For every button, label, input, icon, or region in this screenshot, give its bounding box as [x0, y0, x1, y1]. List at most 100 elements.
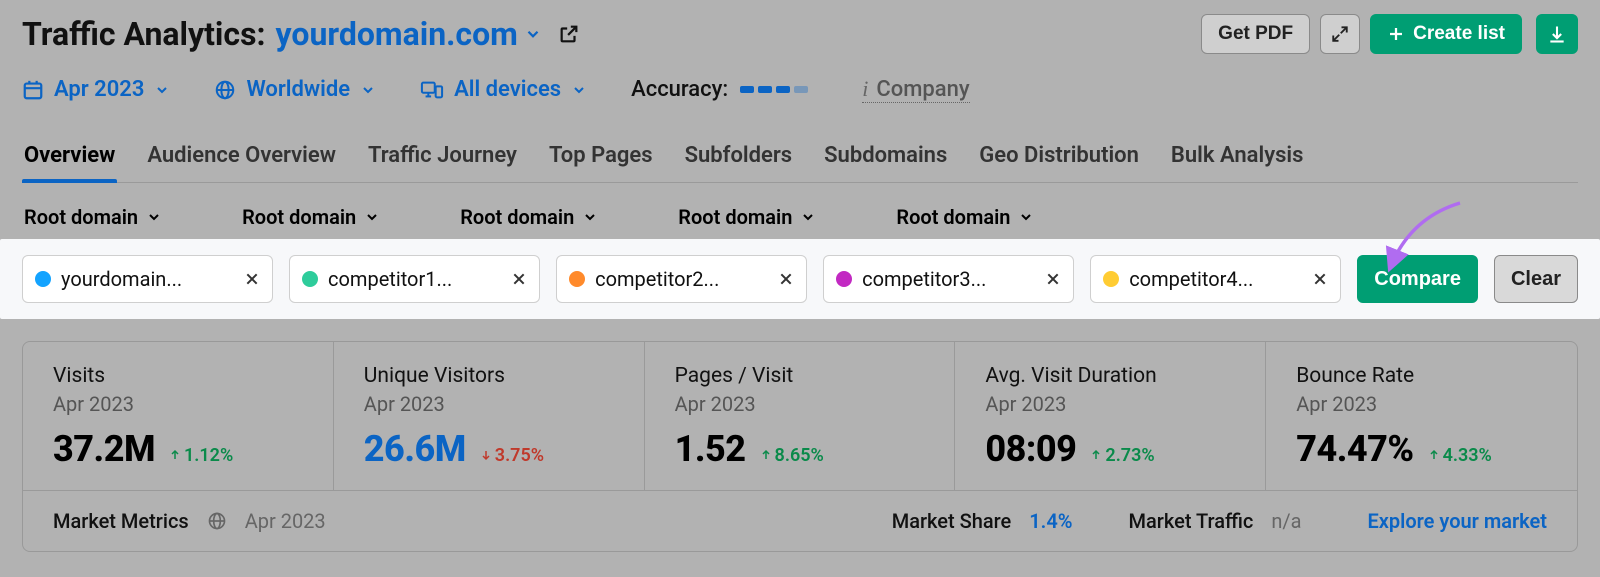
compare-strip: yourdomain... competitor1... competitor2… — [0, 239, 1600, 319]
root-domain-selector[interactable]: Root domain — [242, 205, 380, 229]
get-pdf-button[interactable]: Get PDF — [1201, 14, 1310, 54]
tab-overview[interactable]: Overview — [22, 133, 117, 182]
external-link-icon[interactable] — [558, 23, 580, 45]
devices-icon — [420, 79, 444, 101]
compare-button[interactable]: Compare — [1357, 255, 1478, 303]
chevron-down-icon — [154, 82, 170, 98]
metric-title: Avg. Visit Duration — [985, 364, 1235, 388]
metric-delta: 1.12% — [169, 445, 233, 466]
metric-period: Apr 2023 — [364, 392, 614, 416]
compare-chip[interactable]: yourdomain... — [22, 255, 273, 303]
chip-label: yourdomain... — [61, 267, 232, 291]
metric-card-pages-visit: Pages / Visit Apr 2023 1.52 8.65% — [645, 342, 956, 490]
page-title: Traffic Analytics: — [22, 15, 266, 53]
color-dot — [35, 271, 51, 287]
metric-title: Bounce Rate — [1296, 364, 1547, 388]
tab-bulk-analysis[interactable]: Bulk Analysis — [1169, 133, 1306, 182]
root-domain-selector[interactable]: Root domain — [678, 205, 816, 229]
chevron-down-icon — [364, 209, 380, 225]
tab-traffic-journey[interactable]: Traffic Journey — [366, 133, 519, 182]
compare-chip[interactable]: competitor3... — [823, 255, 1074, 303]
clear-button[interactable]: Clear — [1494, 255, 1578, 303]
metric-value[interactable]: 26.6M — [364, 428, 466, 470]
close-icon[interactable] — [776, 269, 796, 289]
chip-label: competitor3... — [862, 267, 1033, 291]
metric-period: Apr 2023 — [985, 392, 1235, 416]
metric-value: 1.52 — [675, 428, 746, 470]
accuracy-bars — [740, 86, 808, 93]
metric-delta: 2.73% — [1090, 445, 1154, 466]
tab-audience-overview[interactable]: Audience Overview — [145, 133, 338, 182]
plus-icon — [1387, 25, 1405, 43]
market-metrics-label: Market Metrics — [53, 509, 189, 533]
chevron-down-icon — [800, 209, 816, 225]
color-dot — [569, 271, 585, 287]
metric-title: Unique Visitors — [364, 364, 614, 388]
domain-name: yourdomain.com — [276, 15, 518, 53]
chevron-down-icon — [360, 82, 376, 98]
close-icon[interactable] — [509, 269, 529, 289]
download-icon — [1547, 24, 1567, 44]
color-dot — [836, 271, 852, 287]
region-filter[interactable]: Worldwide — [214, 77, 376, 102]
color-dot — [302, 271, 318, 287]
download-button[interactable] — [1536, 14, 1578, 54]
metric-card-visits: Visits Apr 2023 37.2M 1.12% — [23, 342, 334, 490]
globe-icon — [214, 79, 236, 101]
date-filter[interactable]: Apr 2023 — [22, 77, 170, 102]
tab-geo-distribution[interactable]: Geo Distribution — [977, 133, 1141, 182]
info-icon: i — [862, 76, 868, 102]
chevron-down-icon — [1018, 209, 1034, 225]
metric-card-bounce-rate: Bounce Rate Apr 2023 74.47% 4.33% — [1266, 342, 1577, 490]
chevron-down-icon — [582, 209, 598, 225]
chip-label: competitor4... — [1129, 267, 1300, 291]
explore-market-link[interactable]: Explore your market — [1368, 509, 1548, 533]
root-domain-selector[interactable]: Root domain — [896, 205, 1034, 229]
metric-period: Apr 2023 — [53, 392, 303, 416]
metric-delta: 8.65% — [760, 445, 824, 466]
metric-delta: 4.33% — [1428, 445, 1492, 466]
tab-subdomains[interactable]: Subdomains — [822, 133, 949, 182]
market-traffic-value: n/a — [1271, 509, 1301, 533]
tabs: Overview Audience Overview Traffic Journey… — [22, 133, 1578, 183]
market-metrics-row: Market Metrics Apr 2023 Market Share 1.4… — [23, 490, 1577, 551]
accuracy-indicator: Accuracy: — [631, 77, 808, 102]
market-share-label: Market Share — [892, 509, 1012, 533]
metric-period: Apr 2023 — [675, 392, 925, 416]
root-domain-selector[interactable]: Root domain — [460, 205, 598, 229]
metric-value: 74.47% — [1296, 428, 1413, 470]
compare-chip[interactable]: competitor1... — [289, 255, 540, 303]
close-icon[interactable] — [1310, 269, 1330, 289]
market-share-value[interactable]: 1.4% — [1029, 509, 1072, 533]
metric-value: 37.2M — [53, 428, 155, 470]
color-dot — [1103, 271, 1119, 287]
tab-top-pages[interactable]: Top Pages — [547, 133, 655, 182]
compare-chip[interactable]: competitor4... — [1090, 255, 1341, 303]
market-period: Apr 2023 — [245, 509, 326, 533]
root-domain-selector[interactable]: Root domain — [24, 205, 162, 229]
metric-card-unique-visitors: Unique Visitors Apr 2023 26.6M 3.75% — [334, 342, 645, 490]
devices-filter[interactable]: All devices — [420, 77, 587, 102]
close-icon[interactable] — [242, 269, 262, 289]
metric-title: Pages / Visit — [675, 364, 925, 388]
tab-subfolders[interactable]: Subfolders — [683, 133, 795, 182]
domain-selector[interactable]: yourdomain.com — [276, 15, 542, 53]
chip-label: competitor2... — [595, 267, 766, 291]
market-traffic-label: Market Traffic — [1129, 509, 1254, 533]
close-icon[interactable] — [1043, 269, 1063, 289]
create-list-button[interactable]: Create list — [1370, 14, 1522, 54]
chevron-down-icon — [571, 82, 587, 98]
fullscreen-button[interactable] — [1320, 14, 1360, 54]
compare-chip[interactable]: competitor2... — [556, 255, 807, 303]
metric-value: 08:09 — [985, 428, 1076, 470]
globe-icon — [207, 511, 227, 531]
chevron-down-icon — [524, 25, 542, 43]
chip-label: competitor1... — [328, 267, 499, 291]
metric-title: Visits — [53, 364, 303, 388]
expand-icon — [1331, 25, 1349, 43]
metrics-card: Visits Apr 2023 37.2M 1.12% Unique Visit… — [22, 341, 1578, 552]
company-link[interactable]: i Company — [862, 76, 969, 103]
calendar-icon — [22, 79, 44, 101]
chevron-down-icon — [146, 209, 162, 225]
metric-period: Apr 2023 — [1296, 392, 1547, 416]
